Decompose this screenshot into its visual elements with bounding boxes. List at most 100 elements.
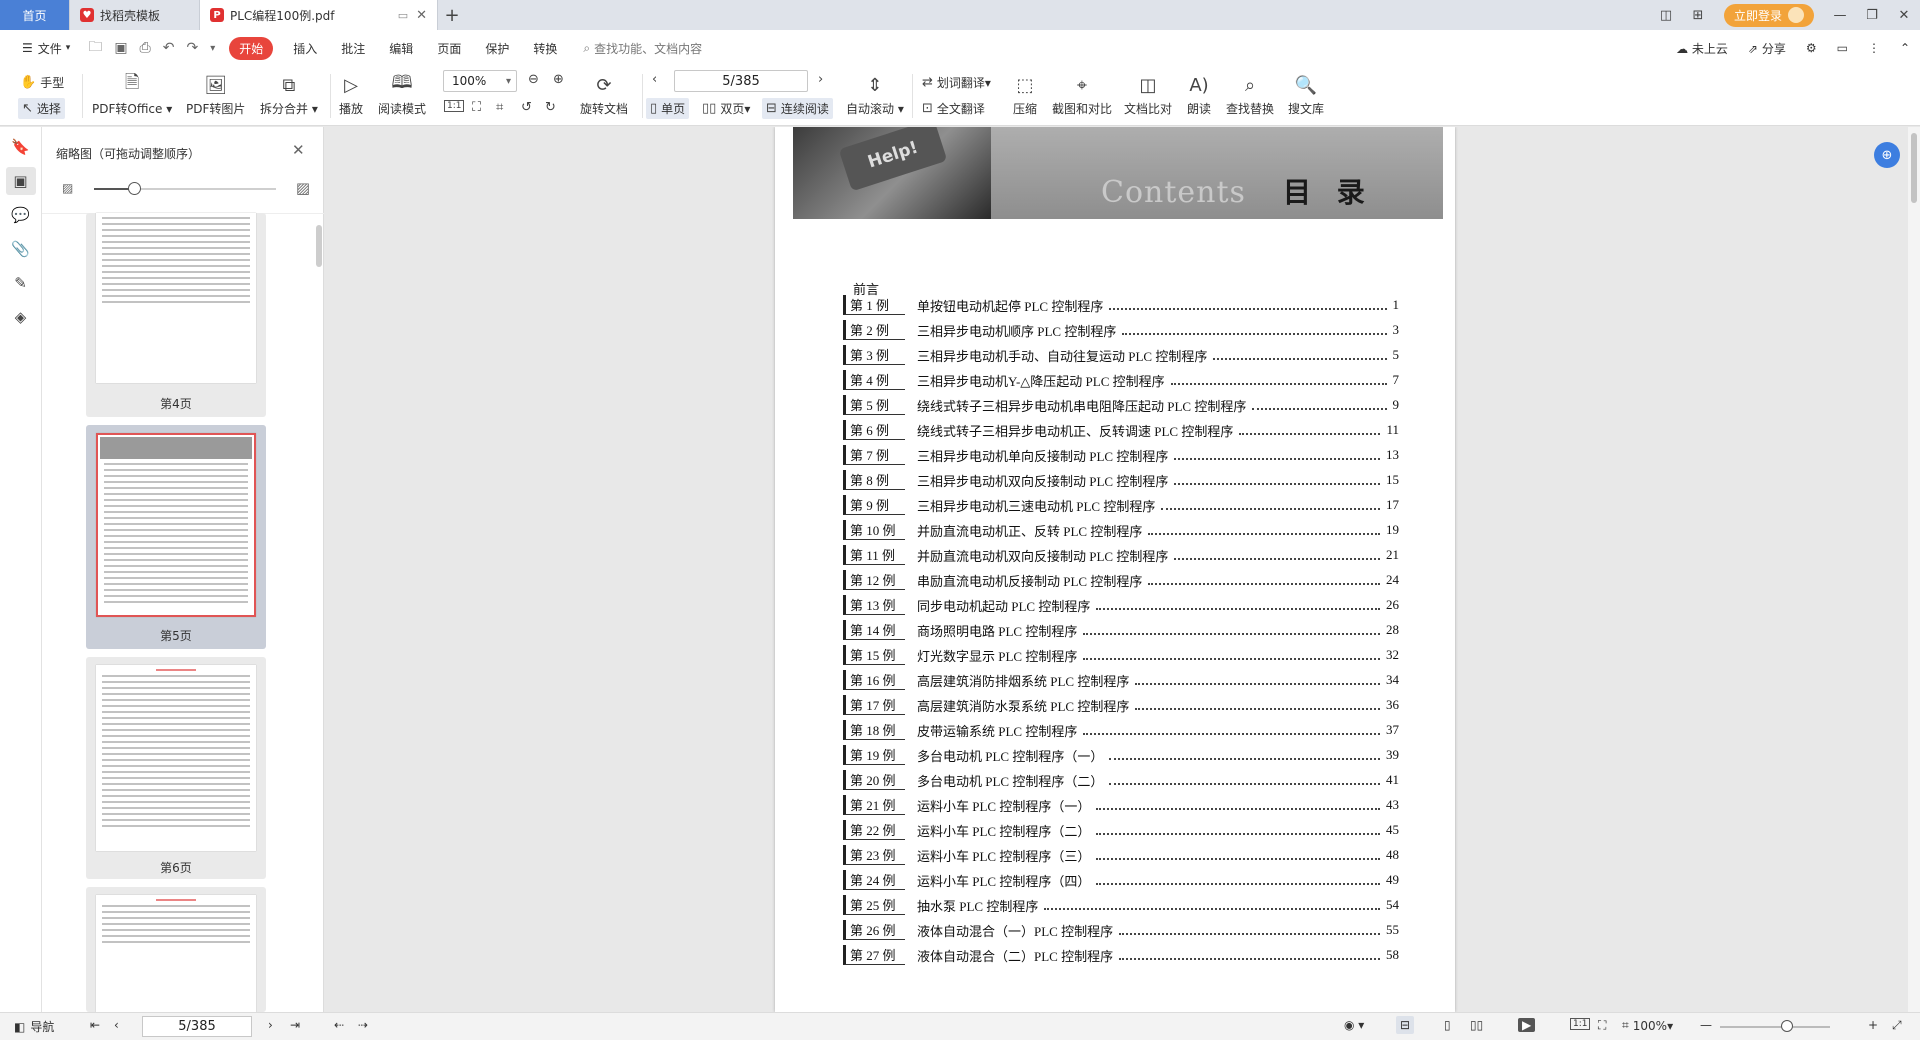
actual-size-icon[interactable]: 1:1 [444,100,468,112]
toc-row[interactable]: 第 14 例商场照明电路 PLC 控制程序 28 [843,620,1399,640]
last-page-icon[interactable]: ⇥ [290,1018,300,1032]
function-search[interactable]: ⌕ 查找功能、文档内容 [583,40,702,57]
full-translate-button[interactable]: ⊡ 全文翻译 [922,100,985,117]
tab-home[interactable]: 首页 [0,0,70,30]
vertical-scrollbar[interactable] [1908,127,1920,1012]
customize-icon[interactable]: ▾ [204,43,221,54]
next-page-icon[interactable]: › [818,72,827,87]
slider-knob[interactable] [128,182,141,195]
toc-row[interactable]: 第 19 例多台电动机 PLC 控制程序（一） 39 [843,745,1399,765]
print-icon[interactable]: ⎙ [134,40,157,56]
toc-row[interactable]: 第 16 例高层建筑消防排烟系统 PLC 控制程序 34 [843,670,1399,690]
thumbnail-page-4[interactable]: 第4页 [86,213,266,417]
toc-row[interactable]: 第 18 例皮带运输系统 PLC 控制程序 37 [843,720,1399,740]
feedback-icon[interactable]: ▭ [1827,41,1858,55]
toc-row[interactable]: 第 4 例三相异步电动机Y-△降压起动 PLC 控制程序 7 [843,370,1399,390]
thumbnail-page-5[interactable]: 第5页 [86,425,266,649]
toc-row[interactable]: 第 22 例运料小车 PLC 控制程序（二） 45 [843,820,1399,840]
toc-row[interactable]: 第 1 例单按钮电动机起停 PLC 控制程序 1 [843,295,1399,315]
floating-tool-icon[interactable]: ⊕ [1874,142,1900,168]
tab-template[interactable]: ♥ 找稻壳模板 [70,0,200,30]
status-zoom-in-icon[interactable]: + [1868,1018,1878,1032]
find-replace-button[interactable]: ⌕ 查找替换 [1226,72,1274,117]
new-tab-icon[interactable]: + [438,0,466,30]
undo-icon[interactable]: ↶ [157,40,181,56]
split-merge-button[interactable]: ⧉ 拆分合并 ▾ [260,72,318,117]
restore-icon[interactable]: ❐ [1856,8,1888,23]
pdf-to-office-button[interactable]: 🗎 PDF转Office ▾ [92,72,172,117]
thumbnail-page-7[interactable] [86,887,266,1012]
attachment-icon[interactable]: 📎 [6,235,36,263]
page-number-input[interactable]: 5/385 [674,70,808,92]
zoom-out-icon[interactable]: ⊖ [528,72,543,87]
tab-close-icon[interactable]: ✕ [416,8,427,23]
double-view-icon[interactable]: ▯▯ [1470,1018,1483,1032]
toc-row[interactable]: 第 21 例运料小车 PLC 控制程序（一） 43 [843,795,1399,815]
fullscreen-icon[interactable]: ⤢ [1892,1018,1902,1033]
continuous-view-icon[interactable]: ⊟ [1396,1016,1415,1034]
fit-page-icon[interactable]: ⛶ [472,100,485,115]
auto-scroll-button[interactable]: ⇕ 自动滚动 ▾ [846,72,904,117]
menu-page[interactable]: 页面 [425,40,473,57]
compress-button[interactable]: ⬚ 压缩 [1012,72,1038,117]
comment-icon[interactable]: 💬 [6,201,36,229]
toc-row[interactable]: 第 13 例同步电动机起动 PLC 控制程序 26 [843,595,1399,615]
play-button[interactable]: ▷ 播放 [338,72,364,117]
zoom-slider-track[interactable] [1720,1026,1830,1028]
first-page-icon[interactable]: ⇤ [90,1018,100,1032]
toc-row[interactable]: 第 9 例三相异步电动机三速电动机 PLC 控制程序 17 [843,495,1399,515]
toc-row[interactable]: 第 24 例运料小车 PLC 控制程序（四） 49 [843,870,1399,890]
share-button[interactable]: ⇗ 分享 [1738,40,1796,57]
status-prev-page-icon[interactable]: ‹ [114,1018,119,1032]
toc-row[interactable]: 第 20 例多台电动机 PLC 控制程序（二） 41 [843,770,1399,790]
redo-icon[interactable]: ↷ [180,40,204,56]
login-button[interactable]: 立即登录 [1723,3,1814,27]
zoom-slider-knob[interactable] [1781,1020,1793,1032]
zoom-status-button[interactable]: ⌗ 100% ▾ [1622,1018,1673,1033]
rotate-doc-button[interactable]: ⟳ 旋转文档 [580,72,628,117]
apps-grid-icon[interactable]: ⊞ [1682,8,1714,23]
play-slideshow-icon[interactable]: ▶ [1518,1018,1536,1032]
toc-row[interactable]: 第 6 例绕线式转子三相异步电动机正、反转调速 PLC 控制程序 11 [843,420,1399,440]
toc-row[interactable]: 第 17 例高层建筑消防水泵系统 PLC 控制程序 36 [843,695,1399,715]
toc-row[interactable]: 第 10 例并励直流电动机正、反转 PLC 控制程序 19 [843,520,1399,540]
single-view-icon[interactable]: ▯ [1444,1018,1451,1032]
toc-row[interactable]: 第 5 例绕线式转子三相异步电动机串电阻降压起动 PLC 控制程序 9 [843,395,1399,415]
thumbnail-scrollbar[interactable] [316,225,322,267]
read-mode-button[interactable]: 🕮 阅读模式 [378,72,426,117]
close-window-icon[interactable]: ✕ [1888,8,1920,23]
toc-row[interactable]: 第 8 例三相异步电动机双向反接制动 PLC 控制程序 15 [843,470,1399,490]
file-menu[interactable]: ☰ 文件 ▾ [10,40,82,57]
more-icon[interactable]: ⋮ [1858,41,1890,55]
toc-row[interactable]: 第 26 例液体自动混合（一）PLC 控制程序 55 [843,920,1399,940]
toc-row[interactable]: 第 15 例灯光数字显示 PLC 控制程序 32 [843,645,1399,665]
fit-width-icon[interactable]: ⌗ [496,100,507,115]
menu-comment[interactable]: 批注 [329,40,377,57]
cloud-button[interactable]: ☁ 未上云 [1666,40,1738,57]
thumbnail-page-6[interactable]: 第6页 [86,657,266,879]
menu-insert[interactable]: 插入 [281,40,329,57]
hand-tool[interactable]: ✋ 手型 [20,74,64,91]
back-icon[interactable]: ⇠ [334,1018,344,1032]
fit-page-status-icon[interactable]: ⛶ [1598,1018,1606,1033]
minimize-icon[interactable]: — [1824,8,1856,23]
read-aloud-button[interactable]: A) 朗读 [1186,72,1212,117]
layers-icon[interactable]: ◈ [6,303,36,331]
continuous-read-button[interactable]: ⊟ 连续阅读 [762,98,833,119]
actual-size-status-icon[interactable]: 1:1 [1570,1018,1591,1030]
settings-icon[interactable]: ⚙ [1796,41,1827,55]
layout-icon[interactable]: ◫ [1650,8,1682,23]
screenshot-compare-button[interactable]: ⌖ 截图和对比 [1052,72,1112,117]
signature-icon[interactable]: ✎ [6,269,36,297]
single-page-button[interactable]: ▯ 单页 [646,98,690,119]
zoom-in-icon[interactable]: ⊕ [553,72,568,87]
save-icon[interactable]: ▣ [108,40,133,56]
status-zoom-out-icon[interactable]: — [1700,1018,1712,1032]
menu-edit[interactable]: 编辑 [377,40,425,57]
search-library-button[interactable]: 🔍 搜文库 [1288,72,1324,117]
toc-row[interactable]: 第 7 例三相异步电动机单向反接制动 PLC 控制程序 13 [843,445,1399,465]
select-tool[interactable]: ↖ 选择 [18,98,65,119]
toc-row[interactable]: 第 3 例三相异步电动机手动、自动往复运动 PLC 控制程序 5 [843,345,1399,365]
toc-row[interactable]: 第 25 例抽水泵 PLC 控制程序 54 [843,895,1399,915]
word-translate-button[interactable]: ⇄ 划词翻译 ▾ [922,74,991,91]
